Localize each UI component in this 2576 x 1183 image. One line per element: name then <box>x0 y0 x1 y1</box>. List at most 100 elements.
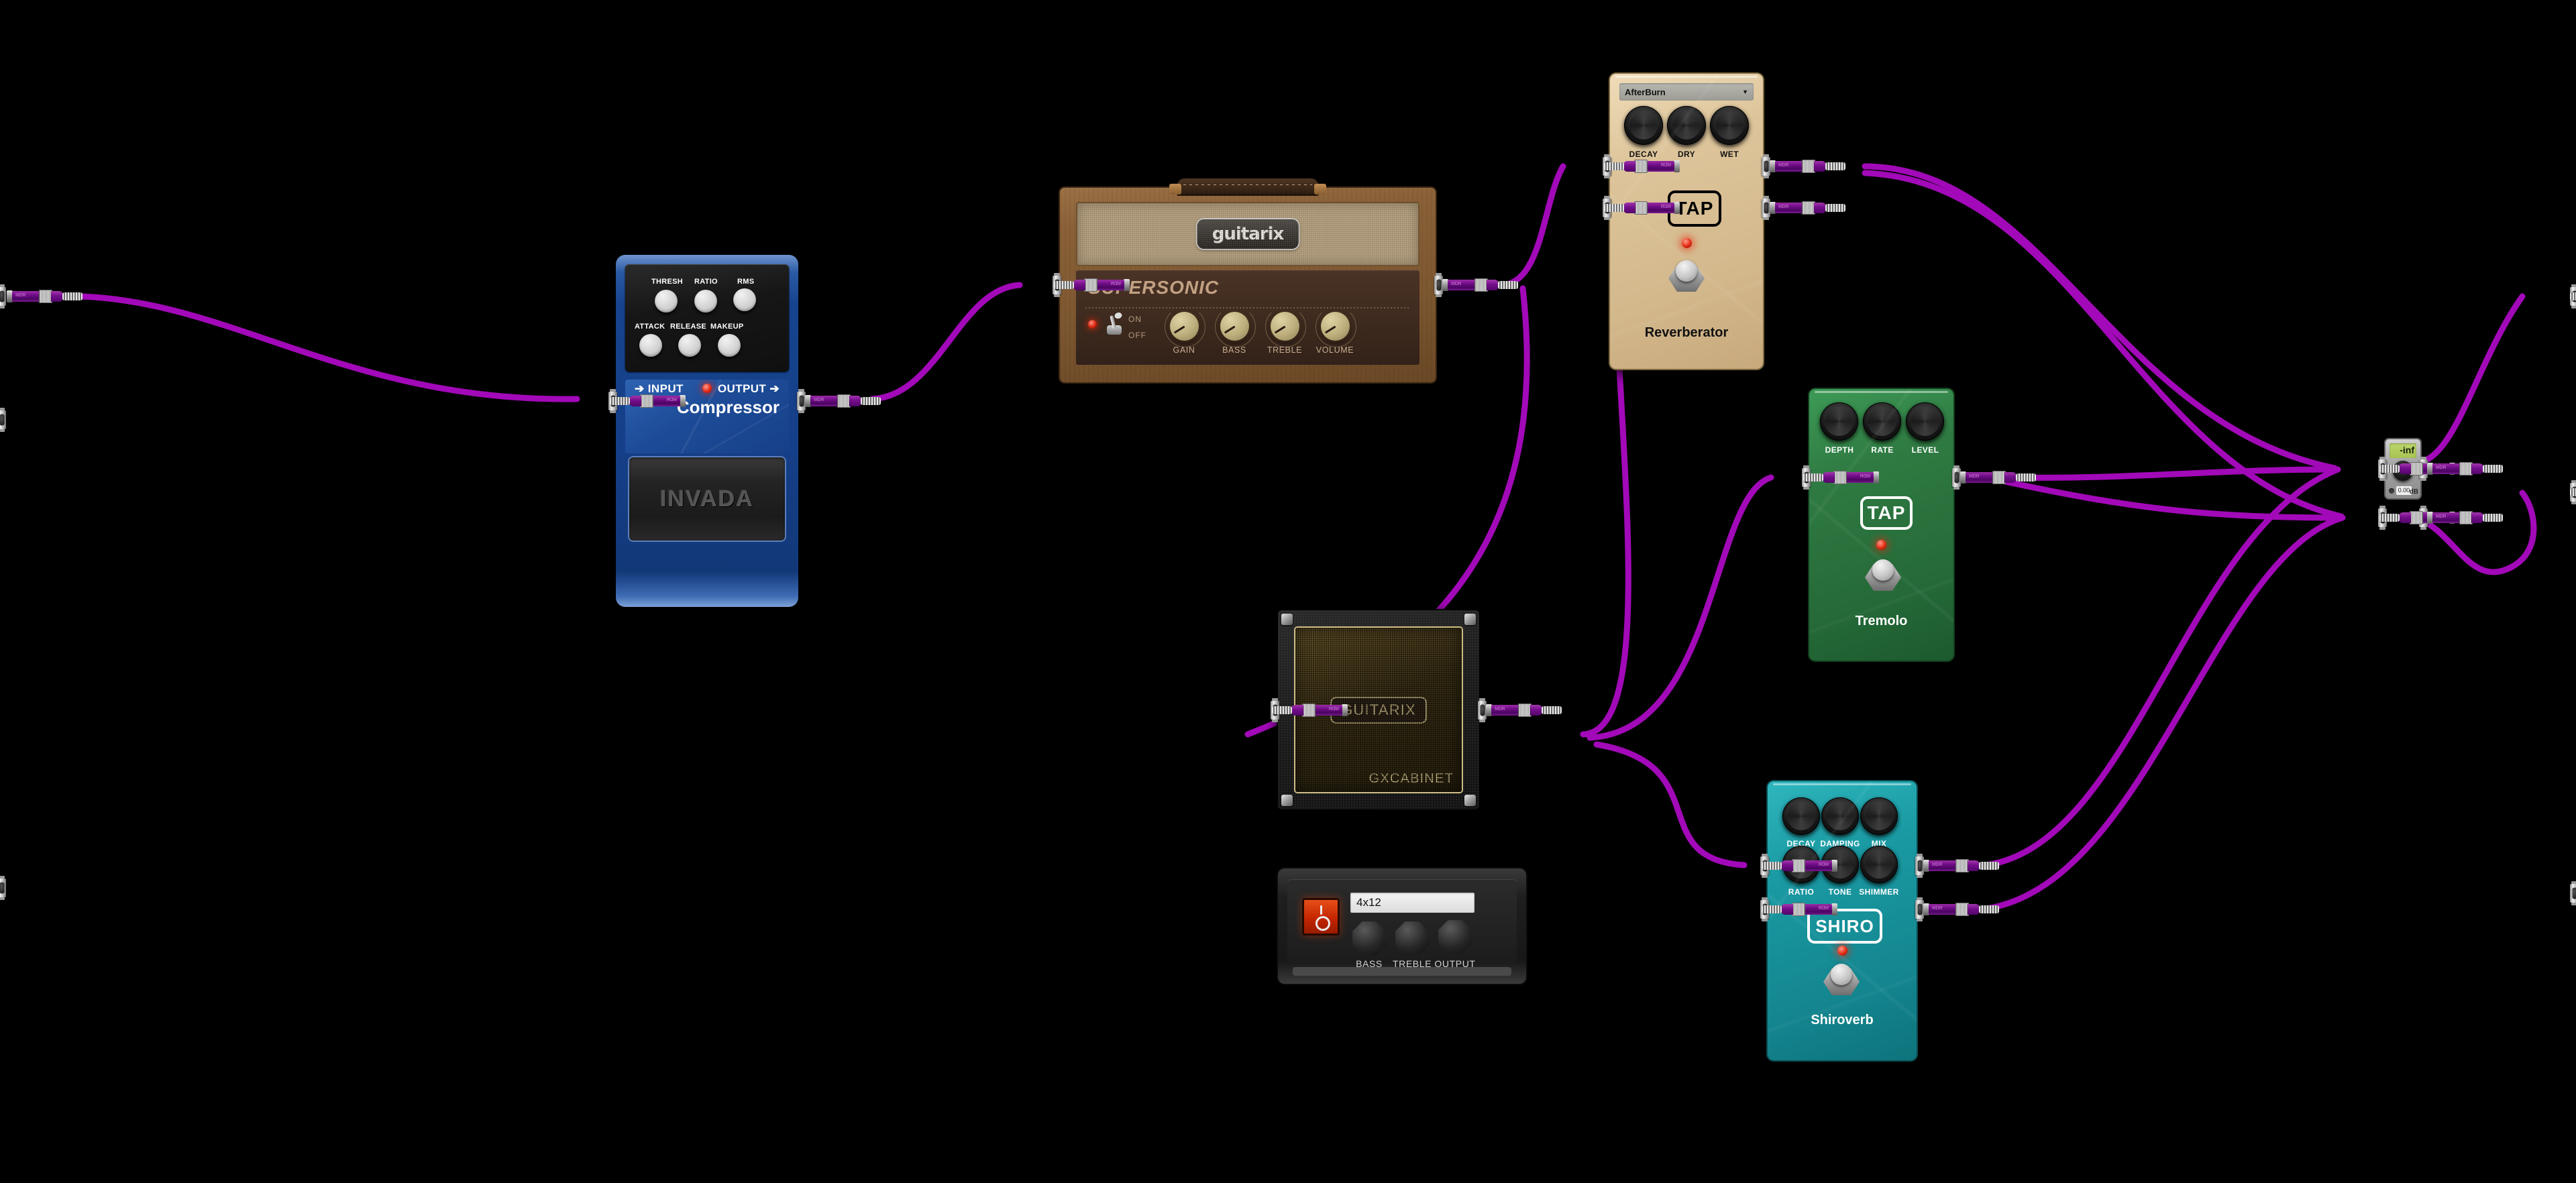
cabinet-knob-bass[interactable] <box>1352 921 1386 955</box>
compressor-knob-release[interactable] <box>678 334 701 357</box>
tremolo-name: Tremolo <box>1855 614 1908 628</box>
compressor-knob-panel: THRESH RATIO RMS ATTACK RELEASE MAKEUP <box>625 264 789 372</box>
reverberator-label-wet: WET <box>1720 150 1739 159</box>
cable-plug-reverb-out-2[interactable]: MDR <box>1770 201 1845 215</box>
shiroverb-footswitch[interactable] <box>1823 964 1860 997</box>
amp-switch-off-label: OFF <box>1128 331 1146 340</box>
tremolo-knob-rate[interactable] <box>1863 402 1901 441</box>
cable-plug-compressor-in[interactable]: MDR <box>610 394 686 408</box>
cabinet-knob-output[interactable] <box>1438 920 1472 954</box>
compressor-pedal[interactable]: THRESH RATIO RMS ATTACK RELEASE MAKEUP ➔… <box>608 255 881 607</box>
compressor-knob-attack[interactable] <box>639 334 662 357</box>
routing-canvas[interactable]: MDR MDR MDR THRESH RATIO RMS ATTACK RELE… <box>0 0 2576 1183</box>
compressor-knob-ratio[interactable] <box>694 290 717 313</box>
reverberator-knob-decay[interactable] <box>1624 106 1663 145</box>
tremolo-label-level: LEVEL <box>1911 445 1939 455</box>
cable-plug-reverb-in-1[interactable]: MDR <box>1604 159 1680 174</box>
reverberator-body: AfterBurn ▼ DECAY DRY WET TAP Reverberat… <box>1610 74 1763 369</box>
reverberator-status-led <box>1682 238 1692 248</box>
amp-knob-bass[interactable] <box>1215 306 1256 347</box>
shiroverb-knob-tone[interactable] <box>1821 846 1859 883</box>
cable-plug-tremolo-in[interactable]: MDR <box>1803 470 1879 485</box>
gain-meter-unit: dB <box>2409 488 2418 496</box>
cable-plug-meter-out-1[interactable]: MDR <box>2427 461 2503 476</box>
canvas-input-jack-2[interactable] <box>0 408 6 432</box>
reverberator-footswitch[interactable] <box>1668 260 1705 294</box>
cable-plug-canvas-output-1[interactable]: MDR <box>2570 289 2576 304</box>
canvas-input-jack-1[interactable] <box>0 284 6 308</box>
canvas-output-jack-3[interactable] <box>2570 881 2576 905</box>
cabinet-select-field[interactable]: 4x12 <box>1350 893 1474 913</box>
cabinet-knob-treble[interactable] <box>1395 921 1429 955</box>
amp-power-switch[interactable] <box>1106 311 1123 335</box>
amp-head[interactable]: guitarix SUPERSONIC ON OFF GAIN BASS TRE… <box>1053 178 1518 382</box>
tremolo-pedal[interactable]: DEPTH RATE LEVEL TAP Tremolo MDR MDR <box>1802 389 2036 661</box>
cabinet-model-label: GXCABINET <box>1368 771 1454 786</box>
reverberator-knob-dry[interactable] <box>1667 106 1706 145</box>
shiroverb-pedal[interactable]: DECAY DAMPING MIX RATIO TONE SHIMMER SHI… <box>1760 781 1999 1060</box>
reverberator-pedal[interactable]: AfterBurn ▼ DECAY DRY WET TAP Reverberat… <box>1603 74 1845 369</box>
cable-plug-amp-out[interactable]: MDR <box>1442 278 1518 292</box>
amp-grille-cloth: guitarix <box>1076 202 1419 266</box>
shiroverb-knob-decay[interactable] <box>1782 797 1820 835</box>
tremolo-status-led <box>1876 540 1886 550</box>
compressor-knob-makeup[interactable] <box>718 334 741 357</box>
cable-plug-meter-out-2[interactable]: MDR <box>2427 510 2503 525</box>
shiroverb-knob-damping[interactable] <box>1821 797 1859 835</box>
amp-power-led <box>1088 320 1097 329</box>
canvas-input-jack-3[interactable] <box>0 876 6 900</box>
shiroverb-knob-ratio[interactable] <box>1782 846 1820 883</box>
cable-plug-shiroverb-in-2[interactable]: MDR <box>1762 902 1837 917</box>
compressor-brand: INVADA <box>660 486 754 512</box>
reverberator-preset-select[interactable]: AfterBurn ▼ <box>1619 83 1754 101</box>
compressor-body: THRESH RATIO RMS ATTACK RELEASE MAKEUP ➔… <box>616 255 798 607</box>
cable-plug-reverb-in-2[interactable]: MDR <box>1604 201 1680 215</box>
tremolo-footswitch[interactable] <box>1865 559 1901 593</box>
cable-plug-cabinet-in[interactable]: MDR <box>1272 703 1348 718</box>
cable-plug-tremolo-out[interactable]: MDR <box>1960 470 2036 485</box>
tremolo-tap-button[interactable]: TAP <box>1860 496 1913 530</box>
shiroverb-knob-shimmer[interactable] <box>1860 846 1898 883</box>
amp-knob-treble[interactable] <box>1265 306 1306 347</box>
compressor-label-makeup: MAKEUP <box>710 323 744 331</box>
cable-plug-amp-in[interactable]: MDR <box>1054 278 1130 292</box>
compressor-label-attack: ATTACK <box>635 323 665 331</box>
cabinet-corner-tr <box>1464 614 1476 625</box>
compressor-output-label: OUTPUT ➔ <box>717 382 780 395</box>
compressor-label-ratio: RATIO <box>694 278 718 286</box>
cable-plug-canvas-input-1[interactable]: MDR <box>7 289 83 304</box>
cabinet-module[interactable]: GUITARIX GXCABINET MDR MDR <box>1271 610 1562 809</box>
cabinet-corner-tl <box>1281 614 1293 625</box>
cabinet-power-button[interactable] <box>1302 898 1340 936</box>
cabinet-corner-br <box>1464 795 1476 806</box>
amp-label-volume: VOLUME <box>1316 345 1354 355</box>
cable-plug-cabinet-out[interactable]: MDR <box>1486 703 1562 718</box>
shiroverb-name: Shiroverb <box>1811 1013 1874 1027</box>
gain-meter-module[interactable]: -inf 0.00 dB MDR MDR MDR MDR <box>2378 439 2503 530</box>
gain-meter-lcd: -inf <box>2390 443 2416 458</box>
shiroverb-knob-mix[interactable] <box>1860 797 1898 835</box>
amp-label-treble: TREBLE <box>1267 345 1303 355</box>
cable-plug-shiroverb-out-2[interactable]: MDR <box>1923 902 1999 917</box>
cable-layer <box>77 163 2537 912</box>
cabinet-control-inner: 4x12 BASS TREBLE OUTPUT <box>1287 879 1517 969</box>
cabinet-control-panel[interactable]: 4x12 BASS TREBLE OUTPUT <box>1278 868 1526 984</box>
amp-brand-badge: guitarix <box>1197 219 1299 249</box>
cabinet-corner-bl <box>1281 795 1293 806</box>
compressor-knob-thresh[interactable] <box>655 290 678 313</box>
cable-plug-shiroverb-out-1[interactable]: MDR <box>1923 858 1999 873</box>
tremolo-knob-depth[interactable] <box>1820 402 1858 441</box>
reverberator-knob-wet[interactable] <box>1710 106 1749 145</box>
amp-knob-gain[interactable] <box>1165 306 1205 347</box>
cable-plug-canvas-output-2[interactable]: MDR <box>2570 485 2576 500</box>
gain-meter-indicator-dot <box>2389 488 2394 494</box>
tremolo-knob-level[interactable] <box>1906 402 1944 441</box>
compressor-footswitch-pad[interactable]: INVADA <box>628 456 786 542</box>
cabinet-panel-foot <box>1293 967 1511 976</box>
compressor-status-led <box>702 384 712 393</box>
cable-plug-reverb-out-1[interactable]: MDR <box>1770 159 1845 174</box>
cable-plug-compressor-out[interactable]: MDR <box>805 394 881 408</box>
compressor-label-release: RELEASE <box>670 323 707 331</box>
amp-knob-volume[interactable] <box>1316 306 1356 347</box>
compressor-knob-rms[interactable] <box>733 288 756 311</box>
